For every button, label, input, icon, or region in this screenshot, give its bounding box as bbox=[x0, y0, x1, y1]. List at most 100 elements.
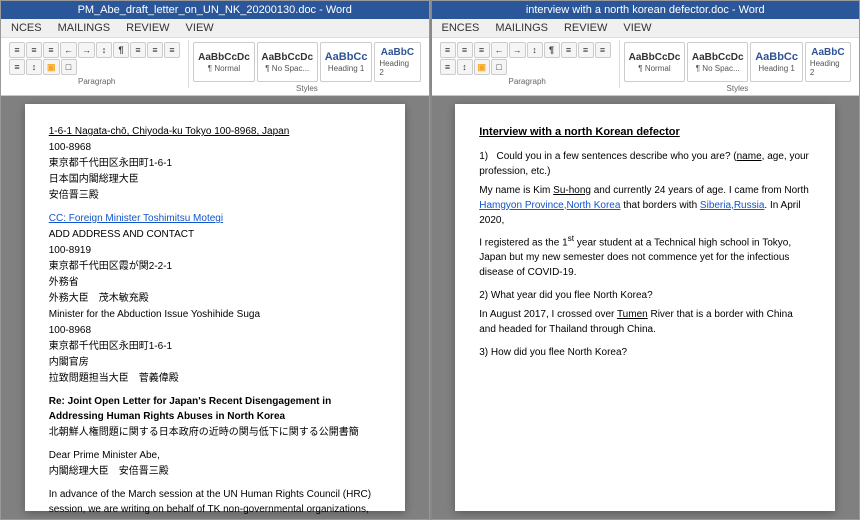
sort-btn[interactable]: ↕ bbox=[96, 42, 112, 58]
menu-review-left[interactable]: REVIEW bbox=[124, 21, 171, 35]
menu-review-right[interactable]: REVIEW bbox=[562, 21, 609, 35]
doc-page-left: 1-6-1 Nagata-chō, Chiyoda-ku Tokyo 100-8… bbox=[25, 104, 405, 511]
align-right-btn[interactable]: ≡ bbox=[164, 42, 180, 58]
body-text: In advance of the March session at the U… bbox=[49, 487, 381, 519]
a1-cont: I registered as the 1st year student at … bbox=[479, 232, 811, 280]
a1-para: My name is Kim Su-hong and currently 24 … bbox=[479, 183, 811, 280]
style-no-spacing-left[interactable]: AaBbCcDc ¶ No Spac... bbox=[257, 42, 318, 82]
cc-line-4: 外務省 bbox=[49, 277, 79, 288]
menu-bar-right: ENCES MAILINGS REVIEW VIEW bbox=[432, 19, 860, 38]
list-number-btn-r[interactable]: ≡ bbox=[457, 42, 473, 58]
style-heading1-right[interactable]: AaBbCc Heading 1 bbox=[750, 42, 802, 82]
address-line-5: 安倍晋三殿 bbox=[49, 190, 99, 201]
indent-increase-btn-r[interactable]: → bbox=[509, 42, 526, 58]
body-paragraph: In advance of the March session at the U… bbox=[49, 487, 381, 519]
ribbon-area-right: ≡ ≡ ≡ ← → ↕ ¶ ≡ ≡ ≡ ≡ ↕ ▣ □ bbox=[436, 40, 856, 95]
indent-decrease-btn-r[interactable]: ← bbox=[491, 42, 508, 58]
menu-bar-left: NCES MAILINGS REVIEW VIEW bbox=[1, 19, 429, 38]
re-paragraph: Re: Joint Open Letter for Japan's Recent… bbox=[49, 394, 381, 440]
shading-btn-r[interactable]: ▣ bbox=[474, 59, 491, 75]
a2-para: In August 2017, I crossed over Tumen Riv… bbox=[479, 307, 811, 337]
style-normal-right[interactable]: AaBbCcDc ¶ Normal bbox=[624, 42, 685, 82]
q1-para: 1) Could you in a few sentences describe… bbox=[479, 149, 811, 179]
indent-decrease-btn[interactable]: ← bbox=[60, 42, 77, 58]
a2-text: In August 2017, I crossed over Tumen Riv… bbox=[479, 307, 811, 337]
style-no-spacing-right[interactable]: AaBbCcDc ¶ No Spac... bbox=[687, 42, 748, 82]
menu-nces-left[interactable]: NCES bbox=[9, 21, 44, 35]
menu-mailings-left[interactable]: MAILINGS bbox=[56, 21, 113, 35]
pilcrow-btn[interactable]: ¶ bbox=[113, 42, 129, 58]
list-bullet-btn-r[interactable]: ≡ bbox=[440, 42, 456, 58]
address-line-4: 日本国内閣総理大臣 bbox=[49, 174, 139, 185]
ribbon-area-left: ≡ ≡ ≡ ← → ↕ ¶ ≡ ≡ ≡ ≡ ↕ ▣ □ bbox=[5, 40, 425, 95]
q1-text: 1) Could you in a few sentences describe… bbox=[479, 149, 811, 179]
style-heading2-left[interactable]: AaBbC Heading 2 bbox=[374, 42, 420, 82]
menu-view-left[interactable]: VIEW bbox=[184, 21, 216, 35]
border-btn-r[interactable]: □ bbox=[491, 59, 507, 75]
styles-label-right: Styles bbox=[624, 84, 851, 93]
shading-btn[interactable]: ▣ bbox=[43, 59, 60, 75]
align-left-btn-r[interactable]: ≡ bbox=[561, 42, 577, 58]
cc-line-0: CC: Foreign Minister Toshimitsu Motegi bbox=[49, 213, 223, 224]
title-text-left: PM_Abe_draft_letter_on_UN_NK_20200130.do… bbox=[78, 4, 352, 16]
a1-text: My name is Kim Su-hong and currently 24 … bbox=[479, 183, 811, 228]
cc-line-1: ADD ADDRESS AND CONTACT bbox=[49, 229, 194, 240]
title-bar-right: interview with a north korean defector.d… bbox=[432, 1, 860, 19]
justify-btn-r[interactable]: ≡ bbox=[440, 59, 456, 75]
align-right-btn-r[interactable]: ≡ bbox=[595, 42, 611, 58]
cc-line-3: 東京都千代田区霞が関2-2-1 bbox=[49, 261, 172, 272]
q2-text: 2) What year did you flee North Korea? bbox=[479, 288, 811, 303]
cc-block: CC: Foreign Minister Toshimitsu Motegi A… bbox=[49, 211, 381, 386]
styles-group-right: AaBbCcDc ¶ Normal AaBbCcDc ¶ No Spac... … bbox=[620, 40, 855, 95]
styles-label-left: Styles bbox=[193, 84, 420, 93]
list-bullet-btn[interactable]: ≡ bbox=[9, 42, 25, 58]
cc-line-2: 100-8919 bbox=[49, 245, 91, 256]
title-text-right: interview with a north korean defector.d… bbox=[526, 4, 765, 16]
main-heading-para: Interview with a north Korean defector bbox=[479, 124, 811, 141]
align-center-btn-r[interactable]: ≡ bbox=[578, 42, 594, 58]
justify-btn[interactable]: ≡ bbox=[9, 59, 25, 75]
style-normal-left[interactable]: AaBbCcDc ¶ Normal bbox=[193, 42, 254, 82]
list-multilevel-btn[interactable]: ≡ bbox=[43, 42, 59, 58]
border-btn[interactable]: □ bbox=[61, 59, 77, 75]
list-multilevel-btn-r[interactable]: ≡ bbox=[474, 42, 490, 58]
doc-body-left: 1-6-1 Nagata-chō, Chiyoda-ku Tokyo 100-8… bbox=[1, 96, 429, 519]
doc-page-right: Interview with a north Korean defector 1… bbox=[455, 104, 835, 511]
dear-line: Dear Prime Minister Abe, bbox=[49, 448, 381, 463]
line-spacing-btn[interactable]: ↕ bbox=[26, 59, 42, 75]
style-heading1-left[interactable]: AaBbCc Heading 1 bbox=[320, 42, 372, 82]
styles-row-right: AaBbCcDc ¶ Normal AaBbCcDc ¶ No Spac... … bbox=[624, 42, 851, 82]
paragraph-group-right: ≡ ≡ ≡ ← → ↕ ¶ ≡ ≡ ≡ ≡ ↕ ▣ □ bbox=[436, 40, 620, 88]
re-japanese: 北朝鮮人権問題に関する日本政府の近時の関与低下に関する公開書簡 bbox=[49, 425, 381, 440]
cc-line-7: 100-8968 bbox=[49, 325, 91, 336]
indent-increase-btn[interactable]: → bbox=[78, 42, 95, 58]
sort-btn-r[interactable]: ↕ bbox=[527, 42, 543, 58]
menu-ences-right[interactable]: ENCES bbox=[440, 21, 482, 35]
cc-line-9: 内閣官房 bbox=[49, 357, 89, 368]
address-line-1: 1-6-1 Nagata-chō, Chiyoda-ku Tokyo 100-8… bbox=[49, 126, 290, 137]
styles-row-left: AaBbCcDc ¶ Normal AaBbCcDc ¶ No Spac... … bbox=[193, 42, 420, 82]
paragraph-label-right: Paragraph bbox=[440, 77, 615, 86]
pilcrow-btn-r[interactable]: ¶ bbox=[544, 42, 560, 58]
q3-para: 3) How did you flee North Korea? bbox=[479, 345, 811, 360]
paragraph-label-left: Paragraph bbox=[9, 77, 184, 86]
list-number-btn[interactable]: ≡ bbox=[26, 42, 42, 58]
paragraph-group-left: ≡ ≡ ≡ ← → ↕ ¶ ≡ ≡ ≡ ≡ ↕ ▣ □ bbox=[5, 40, 189, 88]
ribbon-left: ≡ ≡ ≡ ← → ↕ ¶ ≡ ≡ ≡ ≡ ↕ ▣ □ bbox=[1, 38, 429, 96]
address-line-2: 100-8968 bbox=[49, 142, 91, 153]
main-container: PM_Abe_draft_letter_on_UN_NK_20200130.do… bbox=[0, 0, 860, 520]
word-window-left: PM_Abe_draft_letter_on_UN_NK_20200130.do… bbox=[0, 0, 430, 520]
line-spacing-btn-r[interactable]: ↕ bbox=[457, 59, 473, 75]
paragraph-buttons-left: ≡ ≡ ≡ ← → ↕ ¶ ≡ ≡ ≡ ≡ ↕ ▣ □ bbox=[9, 42, 184, 75]
cc-line-5: 外務大臣 茂木敏充殿 bbox=[49, 293, 149, 304]
ribbon-right: ≡ ≡ ≡ ← → ↕ ¶ ≡ ≡ ≡ ≡ ↕ ▣ □ bbox=[432, 38, 860, 96]
main-heading: Interview with a north Korean defector bbox=[479, 124, 811, 141]
q3-text: 3) How did you flee North Korea? bbox=[479, 345, 811, 360]
style-heading2-right[interactable]: AaBbC Heading 2 bbox=[805, 42, 851, 82]
cc-line-8: 東京都千代田区永田町1-6-1 bbox=[49, 341, 172, 352]
menu-view-right[interactable]: VIEW bbox=[621, 21, 653, 35]
dear-paragraph: Dear Prime Minister Abe, 内閣総理大臣 安倍晋三殿 bbox=[49, 448, 381, 479]
align-center-btn[interactable]: ≡ bbox=[147, 42, 163, 58]
align-left-btn[interactable]: ≡ bbox=[130, 42, 146, 58]
menu-mailings-right[interactable]: MAILINGS bbox=[493, 21, 550, 35]
